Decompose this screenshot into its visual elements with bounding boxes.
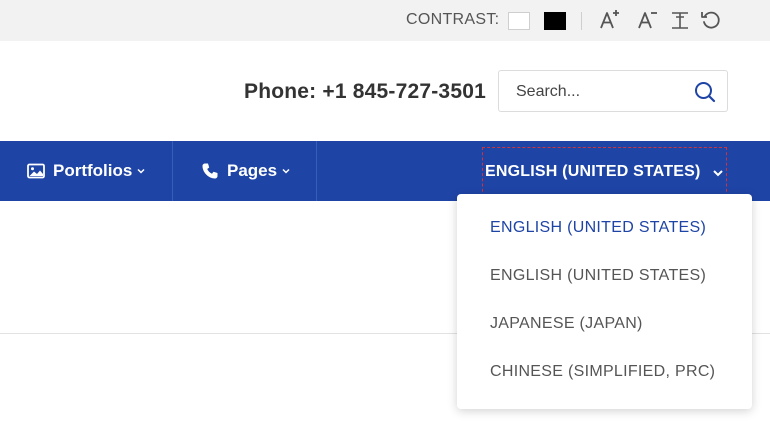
nav-divider: [172, 141, 173, 201]
language-option-english-active[interactable]: ENGLISH (UNITED STATES): [490, 219, 706, 237]
language-selector[interactable]: ENGLISH (UNITED STATES): [482, 147, 727, 197]
contrast-white-button[interactable]: [508, 12, 530, 30]
font-increase-icon[interactable]: [598, 8, 622, 32]
language-option-chinese[interactable]: CHINESE (SIMPLIFIED, PRC): [490, 363, 715, 381]
main-navbar: Portfolios Pages ENGLISH (UNITED STATES): [0, 141, 770, 201]
font-decrease-icon[interactable]: [636, 8, 660, 32]
chevron-down-icon: [712, 167, 724, 179]
phone-icon: [201, 162, 219, 180]
toolbar-divider: [581, 12, 582, 30]
search-box: [498, 70, 728, 112]
text-height-icon[interactable]: [668, 8, 692, 32]
language-selected-label: ENGLISH (UNITED STATES): [485, 163, 701, 180]
phone-number: Phone: +1 845-727-3501: [244, 80, 486, 103]
nav-item-label: Portfolios: [53, 161, 133, 180]
search-icon[interactable]: [693, 80, 717, 104]
language-option-english[interactable]: ENGLISH (UNITED STATES): [490, 267, 706, 285]
accessibility-bar: CONTRAST:: [0, 0, 770, 41]
chevron-down-icon: [136, 166, 146, 176]
nav-item-pages[interactable]: Pages: [201, 141, 291, 201]
nav-item-portfolios[interactable]: Portfolios: [27, 141, 146, 201]
nav-divider: [316, 141, 317, 201]
image-icon: [27, 162, 45, 180]
nav-item-label: Pages: [227, 161, 278, 180]
language-dropdown: ENGLISH (UNITED STATES) ENGLISH (UNITED …: [457, 194, 752, 409]
contrast-label: CONTRAST:: [406, 11, 500, 28]
reset-icon[interactable]: [699, 8, 723, 32]
chevron-down-icon: [281, 166, 291, 176]
contrast-black-button[interactable]: [544, 12, 566, 30]
language-option-japanese[interactable]: JAPANESE (JAPAN): [490, 315, 643, 333]
site-header: Phone: +1 845-727-3501: [0, 41, 770, 141]
search-input[interactable]: [516, 81, 676, 103]
